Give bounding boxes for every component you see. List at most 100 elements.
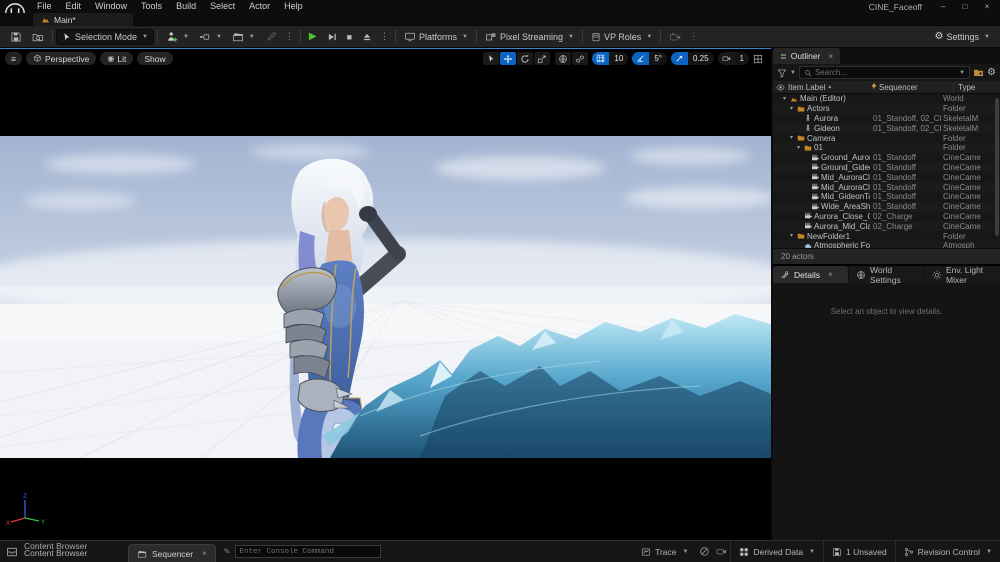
new-folder-button[interactable] — [973, 67, 984, 78]
derived-data-dropdown[interactable]: Derived Data ▼ — [730, 541, 823, 562]
outliner-row[interactable]: Mid_AuroraCla01_StandoffCineCame — [773, 172, 1000, 182]
toolbar-overflow-menu[interactable]: ⋮ — [282, 31, 297, 42]
virtual-camera-menu[interactable]: ⋮ — [686, 31, 701, 42]
trace-record-button[interactable] — [696, 546, 713, 557]
expander-arrow-icon[interactable]: ▾ — [781, 96, 788, 102]
selection-mode-dropdown[interactable]: Selection Mode ▼ — [56, 29, 154, 45]
outliner-row[interactable]: Aurora_Close_O02_ChargeCineCame — [773, 212, 1000, 222]
close-icon[interactable]: × — [828, 270, 833, 279]
tab-env-light-mixer[interactable]: Env. Light Mixer — [925, 266, 1000, 283]
tab-world-settings[interactable]: World Settings — [849, 266, 924, 283]
cinematics-button[interactable]: ▼ — [227, 28, 260, 46]
camera-speed-control[interactable]: 1 — [718, 52, 749, 65]
grid-snap-value[interactable]: 10 — [609, 52, 628, 65]
outliner-scrollbar[interactable] — [995, 98, 999, 236]
outliner-row[interactable]: Gideon01_Standoff, 02_Charge, 03Skeletal… — [773, 123, 1000, 133]
rotation-snap-value[interactable]: 5° — [649, 52, 667, 65]
outliner-row[interactable]: Ground_Auror01_StandoffCineCame — [773, 153, 1000, 163]
viewport-options-menu[interactable]: ≡ — [5, 52, 22, 65]
menu-window[interactable]: Window — [88, 0, 134, 13]
menu-help[interactable]: Help — [277, 0, 310, 13]
outliner-row[interactable]: Aurora_Mid_Cla02_ChargeCineCame — [773, 221, 1000, 231]
outliner-row[interactable]: ▾Main (Editor)World — [773, 94, 1000, 104]
maximize-viewport-button[interactable] — [750, 52, 766, 65]
settings-dropdown[interactable]: ⚙ Settings ▼ — [930, 28, 995, 46]
menu-tools[interactable]: Tools — [134, 0, 169, 13]
eject-button[interactable] — [357, 28, 377, 46]
scale-snap-control[interactable]: 0.25 — [671, 52, 714, 65]
scale-snap-value[interactable]: 0.25 — [688, 52, 714, 65]
outliner-row[interactable]: Ground_Gideo01_StandoffCineCame — [773, 163, 1000, 173]
expander-arrow-icon[interactable]: ▾ — [795, 145, 802, 151]
play-button[interactable]: ▶ — [304, 28, 322, 46]
camera-speed-value[interactable]: 1 — [735, 52, 749, 65]
sequencer-drawer-tab[interactable]: Sequencer × — [128, 544, 216, 562]
stop-button[interactable]: ■ — [342, 28, 357, 46]
rotate-tool[interactable] — [517, 52, 533, 65]
virtual-camera-button[interactable] — [664, 28, 686, 46]
outliner-row[interactable]: ▾CameraFolder — [773, 133, 1000, 143]
trace-dropdown[interactable]: Trace ▼ — [633, 541, 696, 562]
menu-file[interactable]: File — [30, 0, 59, 13]
translate-tool[interactable] — [500, 52, 516, 65]
tab-details[interactable]: Details× — [773, 266, 848, 283]
revision-control-dropdown[interactable]: Revision Control ▼ — [895, 541, 1000, 562]
column-sequencer[interactable]: Sequencer — [879, 83, 953, 92]
select-tool[interactable] — [483, 52, 499, 65]
maximize-button[interactable]: □ — [954, 0, 976, 13]
pixel-streaming-dropdown[interactable]: Pixel Streaming ▼ — [480, 28, 579, 46]
expander-arrow-icon[interactable]: ▾ — [788, 233, 795, 239]
outliner-row[interactable]: Wide_AreaSho01_StandoffCineCame — [773, 202, 1000, 212]
blueprints-button[interactable]: ▼ — [194, 28, 227, 46]
surface-snapping-toggle[interactable] — [572, 52, 588, 65]
add-actor-button[interactable]: ▼ — [161, 28, 194, 46]
expander-arrow-icon[interactable]: ▾ — [788, 106, 795, 112]
content-drawer-button[interactable]: Content Browser Content Browser — [0, 541, 118, 562]
outliner-row[interactable]: ▾01Folder — [773, 143, 1000, 153]
viewport[interactable]: ≡ Perspective ◉ Lit Show — [0, 48, 771, 540]
platforms-dropdown[interactable]: Platforms ▼ — [399, 28, 473, 46]
outliner-row[interactable]: Mid_GideonTa01_StandoffCineCame — [773, 192, 1000, 202]
viewport-render[interactable] — [0, 136, 771, 458]
browse-content-button[interactable] — [27, 28, 49, 46]
outliner-row[interactable]: Aurora01_Standoff, 02_Charge, 03Skeletal… — [773, 114, 1000, 124]
close-icon[interactable]: × — [828, 52, 833, 61]
menu-select[interactable]: Select — [203, 0, 242, 13]
close-icon[interactable]: × — [202, 549, 207, 558]
rotation-snap-control[interactable]: 5° — [632, 52, 667, 65]
world-local-toggle[interactable] — [555, 52, 571, 65]
trace-snapshot-button[interactable] — [713, 546, 730, 557]
minimize-button[interactable]: – — [932, 0, 954, 13]
view-mode-dropdown[interactable]: ◉ Lit — [100, 52, 133, 65]
outliner-row[interactable]: Atmospheric FoAtmosph — [773, 241, 1000, 248]
skeletal-icon — [804, 124, 812, 132]
close-button[interactable]: × — [976, 0, 998, 13]
unsaved-button[interactable]: 1 Unsaved — [823, 541, 895, 562]
vp-roles-dropdown[interactable]: VP Roles ▼ — [586, 28, 657, 46]
frame-skip-button[interactable] — [322, 28, 342, 46]
play-options-menu[interactable]: ⋮ — [377, 31, 392, 42]
save-button[interactable] — [5, 28, 27, 46]
search-input[interactable] — [815, 68, 954, 77]
outliner-row[interactable]: ▾ActorsFolder — [773, 104, 1000, 114]
grid-snap-control[interactable]: 10 — [592, 52, 628, 65]
console-input[interactable] — [235, 545, 381, 558]
column-item-label[interactable]: Item Label▲ — [788, 83, 870, 92]
menu-build[interactable]: Build — [169, 0, 203, 13]
filter-button[interactable]: ▼ — [777, 68, 796, 78]
visibility-eye-icon[interactable] — [776, 83, 785, 92]
perspective-dropdown[interactable]: Perspective — [26, 52, 96, 65]
outliner-settings-button[interactable]: ⚙ — [987, 67, 996, 78]
show-dropdown[interactable]: Show — [137, 52, 172, 65]
editor-modes-button[interactable] — [260, 28, 282, 46]
outliner-row[interactable]: ▾NewFolder1Folder — [773, 231, 1000, 241]
search-box[interactable]: ▼ — [799, 66, 970, 79]
menu-edit[interactable]: Edit — [59, 0, 89, 13]
column-type[interactable]: Type — [953, 83, 1000, 92]
expander-arrow-icon[interactable]: ▾ — [788, 135, 795, 141]
tab-main-level[interactable]: Main* — [33, 13, 133, 26]
menu-actor[interactable]: Actor — [242, 0, 277, 13]
outliner-row[interactable]: Mid_AuroraCla01_StandoffCineCame — [773, 182, 1000, 192]
tab-outliner[interactable]: ≣ Outliner × — [773, 48, 840, 64]
scale-tool[interactable] — [534, 52, 550, 65]
